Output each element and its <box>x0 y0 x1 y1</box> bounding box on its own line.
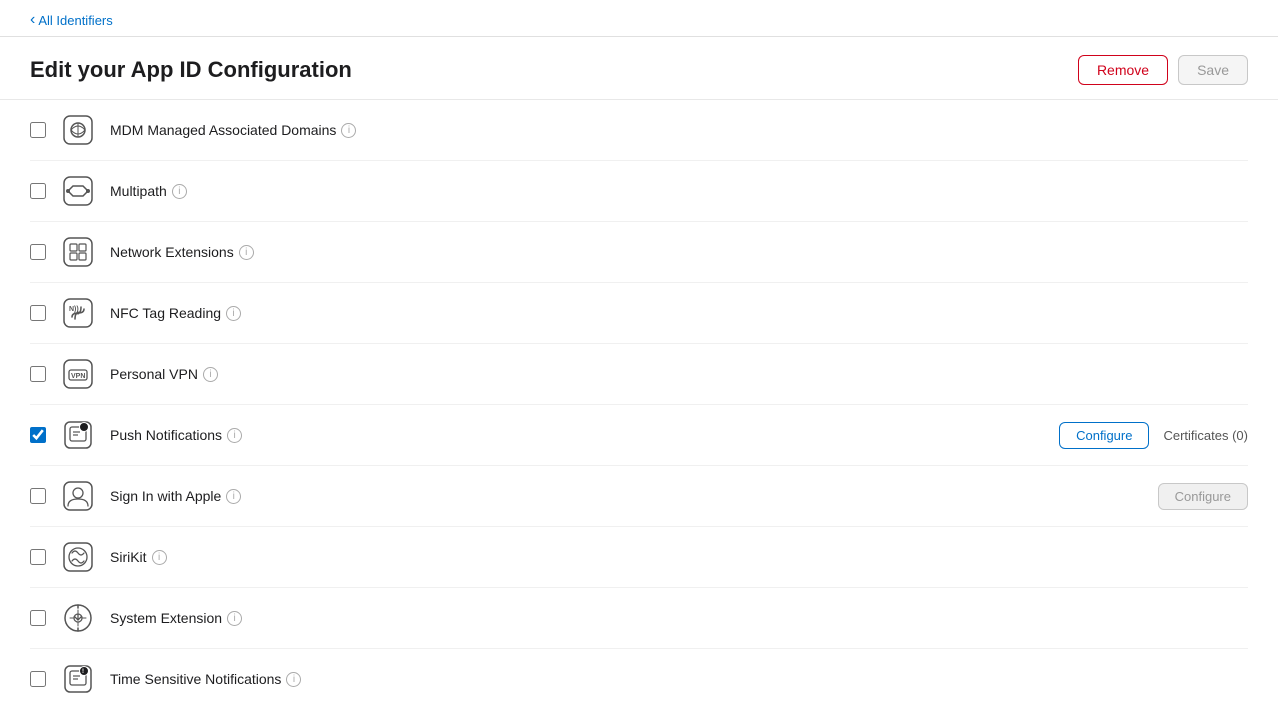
mdm-managed-checkbox[interactable] <box>30 122 46 138</box>
push-notifications-configure-button[interactable]: Configure <box>1059 422 1149 449</box>
table-row: MDM Managed Associated Domains i <box>30 100 1248 161</box>
svg-text:!: ! <box>82 669 84 675</box>
table-row: ! Time Sensitive Notifications i <box>30 649 1248 709</box>
mdm-info-icon[interactable]: i <box>341 123 356 138</box>
push-notifications-checkbox[interactable] <box>30 427 46 443</box>
time-sensitive-label: Time Sensitive Notifications i <box>110 671 1248 687</box>
sign-in-apple-info-icon[interactable]: i <box>226 489 241 504</box>
page-title: Edit your App ID Configuration <box>30 57 352 83</box>
push-notifications-icon <box>60 417 96 453</box>
table-row: N)) NFC Tag Reading i <box>30 283 1248 344</box>
push-notifications-certificates: Certificates (0) <box>1163 428 1248 443</box>
push-notifications-label: Push Notifications i <box>110 427 1045 443</box>
time-sensitive-info-icon[interactable]: i <box>286 672 301 687</box>
system-extension-info-icon[interactable]: i <box>227 611 242 626</box>
personal-vpn-checkbox[interactable] <box>30 366 46 382</box>
mdm-label: MDM Managed Associated Domains i <box>110 122 1248 138</box>
header-buttons: Remove Save <box>1078 55 1248 85</box>
system-extension-checkbox[interactable] <box>30 610 46 626</box>
network-extensions-icon <box>60 234 96 270</box>
nfc-checkbox[interactable] <box>30 305 46 321</box>
mdm-icon <box>60 112 96 148</box>
capabilities-list: MDM Managed Associated Domains i Multipa… <box>0 100 1278 709</box>
multipath-info-icon[interactable]: i <box>172 184 187 199</box>
table-row: SiriKit i <box>30 527 1248 588</box>
nfc-icon: N)) <box>60 295 96 331</box>
sirikit-checkbox[interactable] <box>30 549 46 565</box>
push-notifications-info-icon[interactable]: i <box>227 428 242 443</box>
table-row: Network Extensions i <box>30 222 1248 283</box>
time-sensitive-checkbox[interactable] <box>30 671 46 687</box>
sign-in-apple-label: Sign In with Apple i <box>110 488 1144 504</box>
time-sensitive-icon: ! <box>60 661 96 697</box>
table-row: Multipath i <box>30 161 1248 222</box>
page-header: Edit your App ID Configuration Remove Sa… <box>0 37 1278 100</box>
table-row: VPN Personal VPN i <box>30 344 1248 405</box>
personal-vpn-label: Personal VPN i <box>110 366 1248 382</box>
sign-in-apple-actions: Configure <box>1158 483 1248 510</box>
network-extensions-label: Network Extensions i <box>110 244 1248 260</box>
sirikit-icon <box>60 539 96 575</box>
multipath-label: Multipath i <box>110 183 1248 199</box>
svg-text:N)): N)) <box>69 306 79 313</box>
remove-button[interactable]: Remove <box>1078 55 1168 85</box>
sign-in-apple-checkbox[interactable] <box>30 488 46 504</box>
save-button[interactable]: Save <box>1178 55 1248 85</box>
multipath-icon <box>60 173 96 209</box>
system-extension-label: System Extension i <box>110 610 1248 626</box>
push-notifications-row: Push Notifications i Configure Certifica… <box>30 405 1248 466</box>
nfc-info-icon[interactable]: i <box>226 306 241 321</box>
sign-in-apple-configure-button: Configure <box>1158 483 1248 510</box>
nfc-label: NFC Tag Reading i <box>110 305 1248 321</box>
app-id-config-page: All Identifiers Edit your App ID Configu… <box>0 0 1278 709</box>
personal-vpn-info-icon[interactable]: i <box>203 367 218 382</box>
personal-vpn-icon: VPN <box>60 356 96 392</box>
table-row: Sign In with Apple i Configure <box>30 466 1248 527</box>
network-extensions-checkbox[interactable] <box>30 244 46 260</box>
sirikit-info-icon[interactable]: i <box>152 550 167 565</box>
table-row: System Extension i <box>30 588 1248 649</box>
svg-text:VPN: VPN <box>71 373 85 380</box>
sign-in-apple-icon <box>60 478 96 514</box>
system-extension-icon <box>60 600 96 636</box>
back-link[interactable]: All Identifiers <box>30 12 113 28</box>
network-extensions-info-icon[interactable]: i <box>239 245 254 260</box>
top-bar: All Identifiers <box>0 0 1278 37</box>
push-notifications-actions: Configure Certificates (0) <box>1059 422 1248 449</box>
sirikit-label: SiriKit i <box>110 549 1248 565</box>
multipath-checkbox[interactable] <box>30 183 46 199</box>
